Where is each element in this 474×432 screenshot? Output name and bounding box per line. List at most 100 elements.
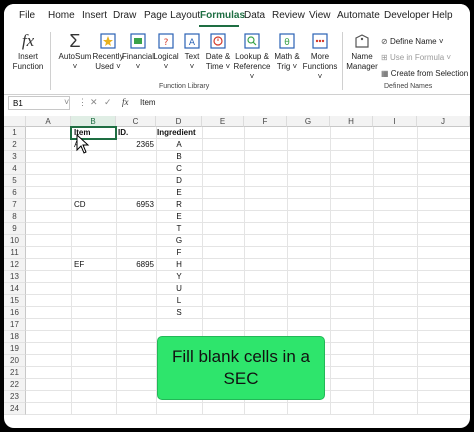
menu-file[interactable]: File bbox=[19, 10, 35, 21]
cell-d11[interactable]: F bbox=[156, 247, 202, 259]
enter-icon[interactable]: ✓ bbox=[104, 97, 112, 108]
menu-review[interactable]: Review bbox=[272, 10, 305, 21]
row-header[interactable]: 8 bbox=[4, 211, 26, 223]
row-header[interactable]: 4 bbox=[4, 163, 26, 175]
column-header-i[interactable]: I bbox=[373, 116, 417, 127]
name-manager-button[interactable]: Name Manager bbox=[345, 32, 379, 72]
lookup-reference-button[interactable]: Lookup & Reference ˅ bbox=[232, 32, 272, 82]
menu-data[interactable]: Data bbox=[244, 10, 265, 21]
name-box[interactable]: B1 bbox=[8, 96, 70, 110]
menu-automate[interactable]: Automate bbox=[337, 10, 380, 21]
cell-d1[interactable]: Ingredient bbox=[157, 127, 202, 139]
cell-d15[interactable]: L bbox=[156, 295, 202, 307]
logical-button[interactable]: ? Logical ˅ bbox=[152, 32, 180, 72]
cell-d2[interactable]: A bbox=[156, 139, 202, 151]
row-header[interactable]: 17 bbox=[4, 319, 26, 331]
more-dots-icon: ⋮ bbox=[78, 97, 87, 107]
cell-b12[interactable]: EF bbox=[74, 259, 114, 271]
formula-input[interactable]: Item bbox=[140, 98, 156, 107]
cell-d7[interactable]: R bbox=[156, 199, 202, 211]
insert-function-icon[interactable]: fx bbox=[122, 97, 129, 107]
menu-help[interactable]: Help bbox=[432, 10, 453, 21]
row-header[interactable]: 15 bbox=[4, 295, 26, 307]
row-header[interactable]: 22 bbox=[4, 379, 26, 391]
math-trig-button[interactable]: θ Math & Trig ˅ bbox=[272, 32, 302, 72]
cell-d12[interactable]: H bbox=[156, 259, 202, 271]
cell-d16[interactable]: S bbox=[156, 307, 202, 319]
financial-book-icon bbox=[130, 33, 146, 49]
column-header-c[interactable]: C bbox=[116, 116, 156, 127]
gridline bbox=[116, 127, 117, 415]
gridline bbox=[26, 294, 470, 295]
more-functions-button[interactable]: More Functions ˅ bbox=[302, 32, 338, 82]
cell-c12[interactable]: 6895 bbox=[116, 259, 154, 271]
text-chevron: ˅ bbox=[189, 62, 195, 71]
column-header-h[interactable]: H bbox=[330, 116, 373, 127]
menu-home[interactable]: Home bbox=[48, 10, 75, 21]
row-header[interactable]: 23 bbox=[4, 391, 26, 403]
financial-chevron: ˅ bbox=[135, 62, 141, 71]
row-header[interactable]: 1 bbox=[4, 127, 26, 139]
row-header[interactable]: 9 bbox=[4, 223, 26, 235]
row-header[interactable]: 7 bbox=[4, 199, 26, 211]
row-header[interactable]: 12 bbox=[4, 259, 26, 271]
menu-page-layout[interactable]: Page Layout bbox=[144, 10, 200, 21]
promo-text-line-1: Fill blank cells in a bbox=[172, 347, 310, 366]
chevron-down-icon[interactable]: ˅ bbox=[64, 97, 69, 107]
row-header[interactable]: 14 bbox=[4, 283, 26, 295]
insert-function-label-1: Insert bbox=[17, 52, 38, 61]
row-header[interactable]: 11 bbox=[4, 247, 26, 259]
autosum-button[interactable]: Σ AutoSum ˅ bbox=[56, 32, 94, 72]
row-header[interactable]: 6 bbox=[4, 187, 26, 199]
column-header-d[interactable]: D bbox=[156, 116, 202, 127]
menu-developer[interactable]: Developer bbox=[384, 10, 430, 21]
row-header[interactable]: 21 bbox=[4, 367, 26, 379]
row-header[interactable]: 5 bbox=[4, 175, 26, 187]
row-header[interactable]: 16 bbox=[4, 307, 26, 319]
logical-label: Logical bbox=[153, 52, 179, 61]
column-header-f[interactable]: F bbox=[244, 116, 287, 127]
cell-c7[interactable]: 6953 bbox=[116, 199, 154, 211]
row-header[interactable]: 20 bbox=[4, 355, 26, 367]
column-header-g[interactable]: G bbox=[287, 116, 330, 127]
row-header[interactable]: 13 bbox=[4, 271, 26, 283]
cell-c1[interactable]: ID. bbox=[118, 127, 154, 139]
row-header[interactable]: 3 bbox=[4, 151, 26, 163]
row-header[interactable]: 18 bbox=[4, 331, 26, 343]
recently-used-button[interactable]: Recently Used ˅ bbox=[92, 32, 124, 72]
menu-view[interactable]: View bbox=[309, 10, 331, 21]
cell-d9[interactable]: T bbox=[156, 223, 202, 235]
cell-d4[interactable]: C bbox=[156, 163, 202, 175]
menu-draw[interactable]: Draw bbox=[113, 10, 136, 21]
cell-c2[interactable]: 2365 bbox=[116, 139, 154, 151]
column-header-a[interactable]: A bbox=[26, 116, 71, 127]
cancel-icon[interactable]: ✕ bbox=[90, 97, 98, 108]
row-header[interactable]: 2 bbox=[4, 139, 26, 151]
cell-d13[interactable]: Y bbox=[156, 271, 202, 283]
column-header-j[interactable]: J bbox=[417, 116, 470, 127]
cell-d10[interactable]: G bbox=[156, 235, 202, 247]
cell-d14[interactable]: U bbox=[156, 283, 202, 295]
use-in-formula-button[interactable]: ⊞ Use in Formula ˅ bbox=[381, 53, 451, 62]
row-header[interactable]: 24 bbox=[4, 403, 26, 415]
insert-function-label-2: Function bbox=[12, 62, 44, 71]
text-button[interactable]: A Text ˅ bbox=[180, 32, 204, 72]
cell-d8[interactable]: E bbox=[156, 211, 202, 223]
financial-button[interactable]: Financial ˅ bbox=[122, 32, 154, 72]
column-header-e[interactable]: E bbox=[202, 116, 244, 127]
select-all-corner[interactable] bbox=[4, 116, 26, 127]
date-time-button[interactable]: Date & Time ˅ bbox=[204, 32, 232, 72]
menu-insert[interactable]: Insert bbox=[82, 10, 107, 21]
row-header[interactable]: 10 bbox=[4, 235, 26, 247]
cell-d5[interactable]: D bbox=[156, 175, 202, 187]
cell-d3[interactable]: B bbox=[156, 151, 202, 163]
gridline bbox=[26, 186, 470, 187]
create-from-selection-button[interactable]: ▦ Create from Selection bbox=[381, 69, 468, 78]
insert-function-button[interactable]: fx Insert Function bbox=[10, 32, 46, 72]
cell-b7[interactable]: CD bbox=[74, 199, 114, 211]
menu-formulas[interactable]: Formulas bbox=[200, 10, 245, 21]
define-name-button[interactable]: ⊘ Define Name ˅ bbox=[381, 37, 444, 46]
cell-d6[interactable]: E bbox=[156, 187, 202, 199]
row-header[interactable]: 19 bbox=[4, 343, 26, 355]
gridline bbox=[26, 318, 470, 319]
